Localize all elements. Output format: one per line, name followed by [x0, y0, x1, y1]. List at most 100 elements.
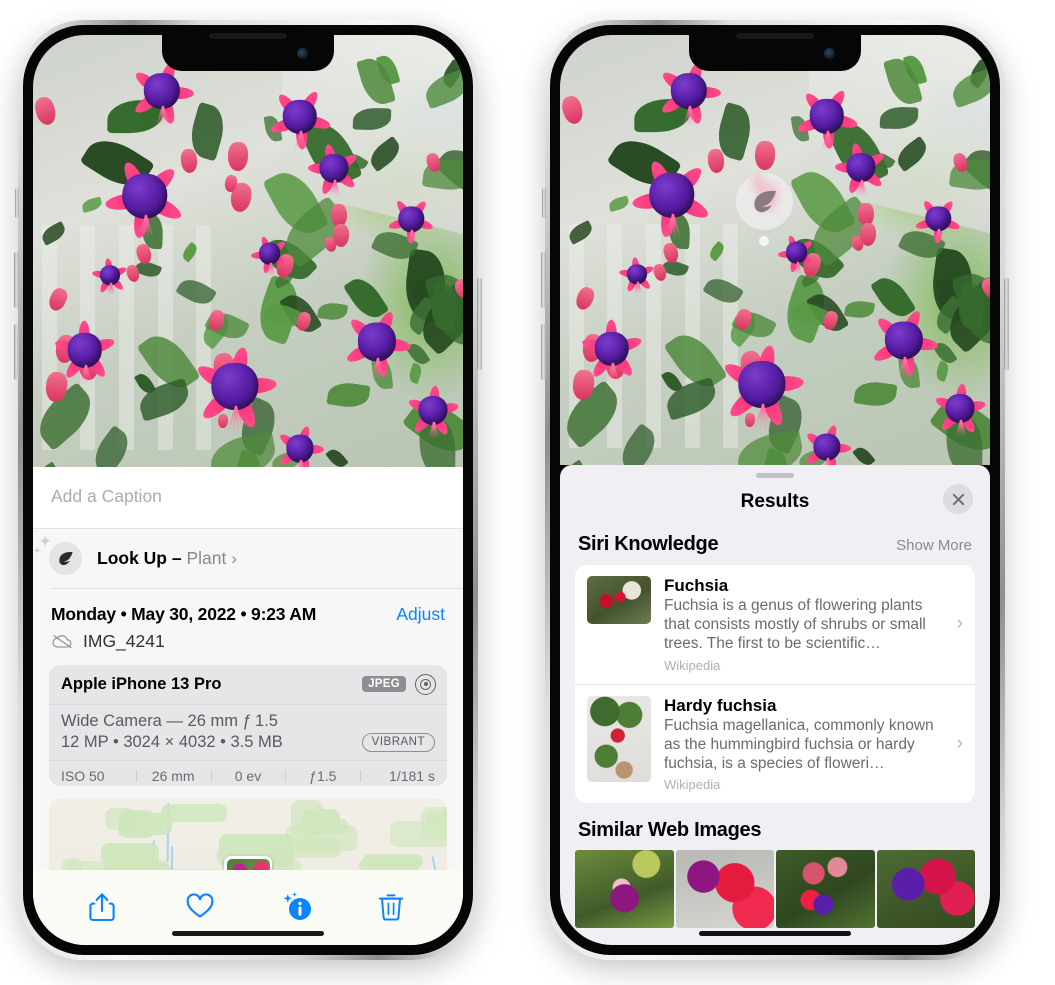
flower-corolla [143, 72, 181, 110]
photo-viewer[interactable] [33, 35, 463, 467]
knowledge-title: Fuchsia [664, 576, 729, 595]
flower-corolla [738, 361, 786, 409]
flower-corolla [809, 99, 844, 134]
side-power-button[interactable] [477, 278, 482, 370]
map-photo-pin[interactable] [224, 856, 272, 870]
camera-specs: Wide Camera — 26 mm ƒ 1.5 12 MP • 3024 ×… [49, 705, 447, 761]
side-power-button[interactable] [1004, 278, 1009, 370]
look-up-prefix: Look Up – [97, 548, 187, 568]
fuchsia-flower [340, 301, 414, 381]
close-icon[interactable] [943, 484, 973, 514]
fuchsia-flower [387, 192, 436, 245]
icloud-slash-icon [52, 635, 72, 649]
caption-field-row[interactable]: Add a Caption [33, 467, 463, 529]
sheet-header: Results [560, 478, 990, 529]
badge-pointer-dot [759, 236, 769, 246]
knowledge-title: Hardy fuchsia [664, 695, 777, 715]
look-up-label: Look Up – Plant [97, 548, 226, 569]
flower-bud [227, 141, 249, 171]
caption-input[interactable]: Add a Caption [51, 486, 445, 507]
knowledge-source: Wikipedia [664, 657, 721, 673]
photo-info-panel: Add a Caption ✦ ✦ Look Up – Plant › Mond… [33, 467, 463, 945]
web-image-4[interactable] [876, 850, 975, 929]
mute-switch[interactable] [542, 188, 546, 218]
sheet-title: Results [740, 491, 810, 512]
map-green-area [359, 858, 421, 870]
web-image-1[interactable] [575, 850, 674, 929]
mute-switch[interactable] [15, 188, 19, 218]
earpiece-speaker [209, 33, 287, 39]
notch [162, 35, 334, 71]
fuchsia-flower [91, 253, 130, 295]
home-indicator[interactable] [699, 931, 851, 936]
map-waterway [431, 855, 439, 870]
volume-up-button[interactable] [14, 252, 19, 308]
filename-row: IMG_4241 [33, 629, 463, 665]
volume-up-button[interactable] [541, 252, 546, 308]
visual-lookup-badge[interactable] [736, 173, 793, 246]
notch [689, 35, 861, 71]
list-item[interactable]: Fuchsia Fuchsia is a genus of flowering … [575, 565, 975, 684]
lens-line: Wide Camera — 26 mm ƒ 1.5 [61, 711, 278, 730]
flower-bud [859, 223, 877, 247]
show-more-button[interactable]: Show More [896, 537, 972, 554]
exif-focal: 26 mm [135, 768, 211, 784]
map-green-area [104, 808, 135, 830]
share-icon[interactable] [88, 891, 118, 923]
web-image-2[interactable] [675, 850, 774, 929]
look-up-subject: Plant [186, 548, 227, 568]
info-icon[interactable] [281, 891, 312, 923]
siri-knowledge-header: Siri Knowledge Show More [560, 529, 990, 565]
similar-web-images-strip [560, 850, 990, 929]
camera-details-card[interactable]: Apple iPhone 13 Pro JPEG Wide Camera — 2… [49, 664, 447, 787]
flower-corolla [282, 99, 317, 135]
chevron-right-icon: › [956, 733, 963, 755]
screenshot-root: Add a Caption ✦ ✦ Look Up – Plant › Mond… [0, 0, 1055, 985]
volume-down-button[interactable] [541, 324, 546, 380]
fuchsia-flower [101, 147, 189, 242]
flower-bud [33, 94, 59, 127]
adjust-button[interactable]: Adjust [396, 604, 445, 625]
flower-bud [332, 223, 350, 248]
leaf-icon [754, 190, 777, 213]
trash-icon[interactable] [378, 891, 408, 923]
web-image-3[interactable] [776, 850, 875, 929]
knowledge-description: Fuchsia is a genus of flowering plants t… [664, 597, 926, 652]
foliage-leaf [734, 428, 806, 465]
results-sheet: Results Siri Knowledge Show More Fuchsia… [560, 465, 990, 945]
size-line: 12 MP • 3024 × 4032 • 3.5 MB [61, 732, 283, 751]
look-up-row[interactable]: ✦ ✦ Look Up – Plant › [33, 529, 463, 588]
map-green-area [160, 803, 228, 823]
photo-viewer[interactable] [560, 35, 990, 465]
flower-corolla [258, 242, 281, 265]
siri-knowledge-card: Fuchsia Fuchsia is a genus of flowering … [575, 565, 975, 804]
exif-shutter: 1/181 s [360, 768, 435, 784]
fuchsia-flower [628, 146, 716, 241]
map-green-area [103, 862, 171, 870]
fuchsia-flower [800, 417, 853, 465]
heart-icon[interactable] [185, 891, 215, 923]
flower-corolla [884, 321, 924, 360]
camera-model: Apple iPhone 13 Pro [61, 674, 222, 693]
map-green-area [165, 868, 223, 870]
home-indicator[interactable] [172, 931, 324, 936]
knowledge-description: Fuchsia magellanica, commonly known as t… [664, 716, 934, 772]
fuchsia-flower [405, 379, 461, 440]
fuchsia-flower [273, 419, 326, 467]
fuchsia-flower [306, 137, 362, 198]
photo-date: Monday • May 30, 2022 • 9:23 AM [51, 603, 317, 624]
map-waterway [170, 845, 174, 870]
flower-corolla [812, 433, 841, 461]
leaf-icon: ✦ ✦ [33, 533, 82, 575]
chevron-right-icon: › [956, 613, 963, 635]
device-bezel: Add a Caption ✦ ✦ Look Up – Plant › Mond… [23, 25, 473, 955]
flower-corolla [670, 72, 708, 110]
foliage-leaf [207, 430, 279, 467]
flower-corolla [649, 172, 695, 219]
list-item[interactable]: Hardy fuchsia Fuchsia magellanica, commo… [575, 683, 975, 804]
volume-down-button[interactable] [14, 324, 19, 380]
fuchsia-flower [914, 191, 963, 245]
fuchsia-flower [776, 229, 818, 275]
exif-aperture: ƒ1.5 [285, 768, 360, 784]
location-map-preview[interactable] [49, 798, 447, 870]
